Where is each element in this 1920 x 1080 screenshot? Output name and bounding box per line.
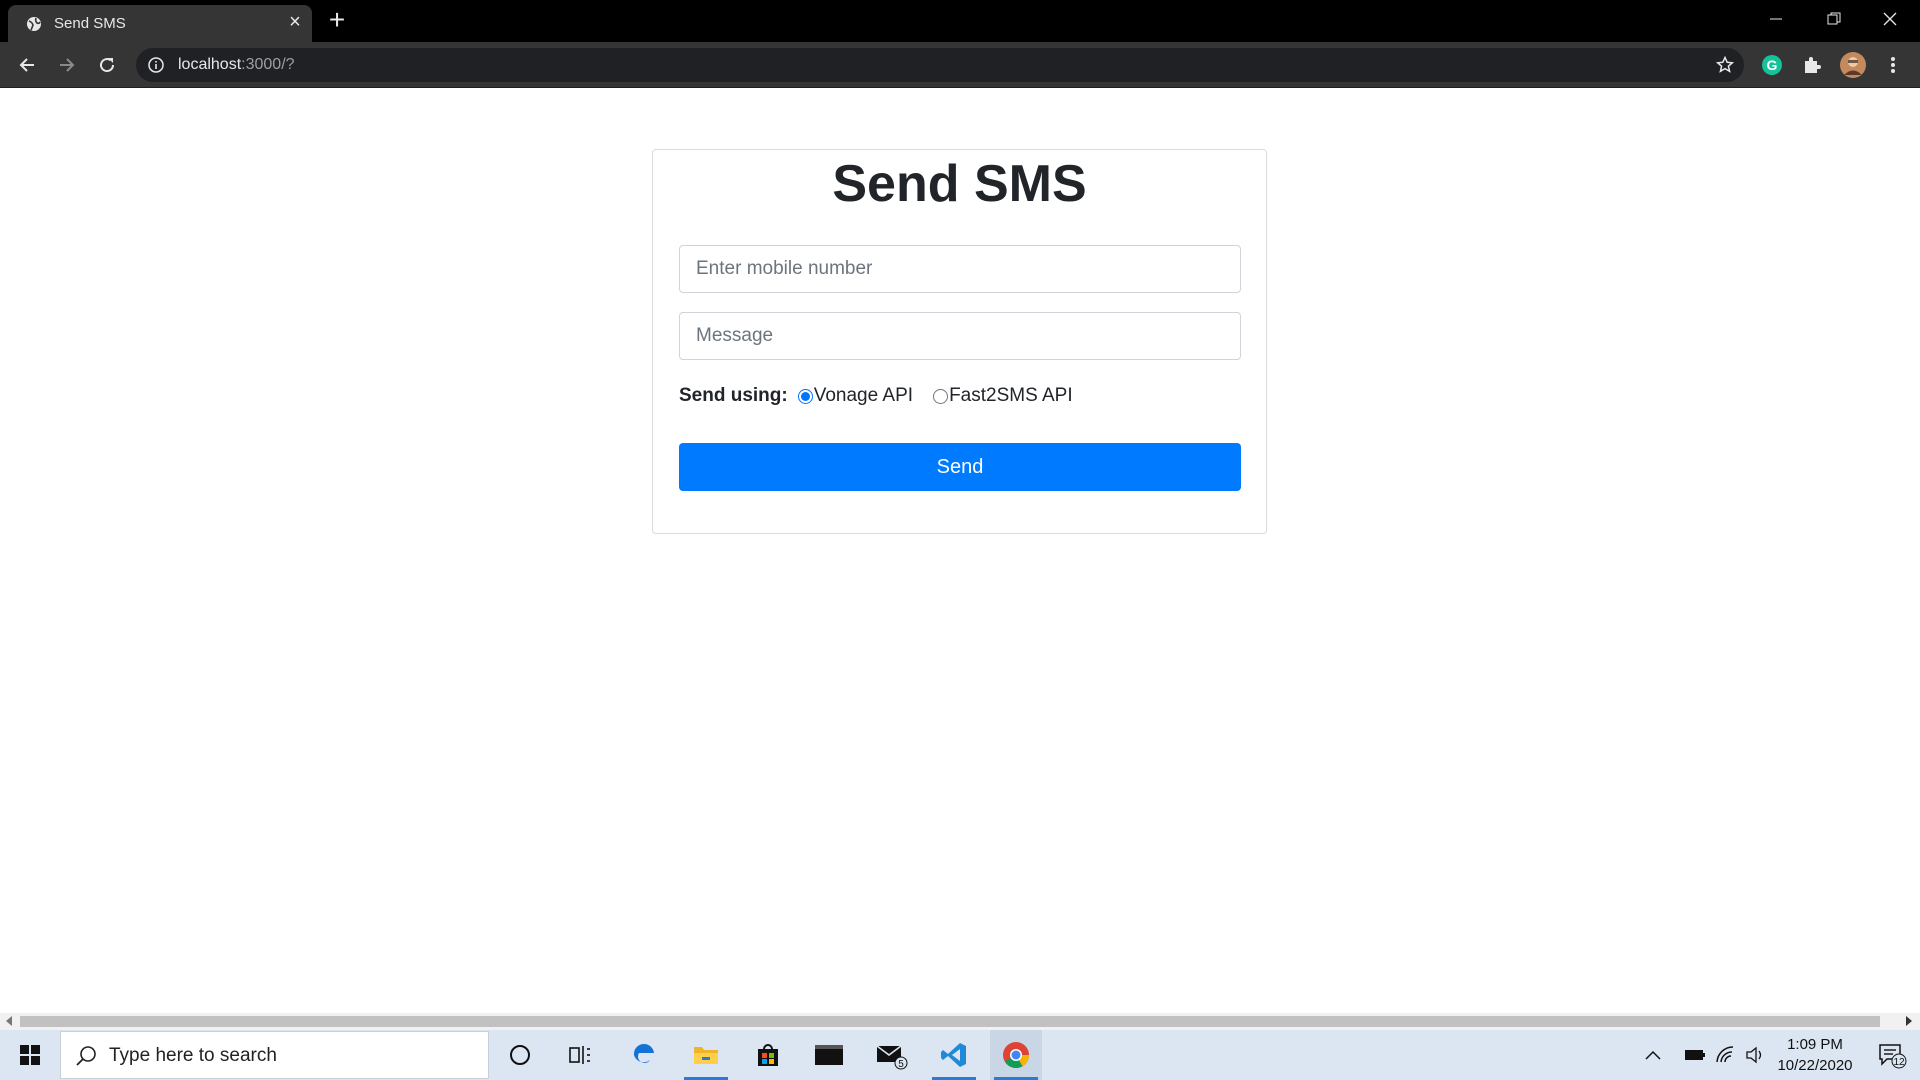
extensions-button[interactable] xyxy=(1799,52,1825,78)
minimize-icon xyxy=(1770,18,1782,20)
new-tab-button[interactable]: + xyxy=(326,6,348,34)
mobile-number-input[interactable] xyxy=(679,245,1241,293)
send-using-group: Send using: Vonage API Fast2SMS API xyxy=(679,382,1093,410)
vonage-radio[interactable] xyxy=(797,388,813,404)
chrome-taskbar-button[interactable] xyxy=(990,1030,1042,1080)
store-taskbar-button[interactable] xyxy=(742,1030,794,1080)
page-viewport: Send SMS Send using: Vonage API Fast2SMS… xyxy=(0,89,1920,1013)
clock-date: 10/22/2020 xyxy=(1777,1057,1853,1074)
puzzle-icon xyxy=(1805,57,1821,73)
grammarly-extension[interactable]: G xyxy=(1759,52,1785,78)
battery-icon xyxy=(1685,1050,1705,1060)
task-view-button[interactable] xyxy=(554,1030,606,1080)
star-icon[interactable] xyxy=(1716,56,1734,74)
action-center-button[interactable]: 12 xyxy=(1866,1030,1918,1080)
url-text: localhost:3000/? xyxy=(178,56,295,74)
page-title: Send SMS xyxy=(832,155,1087,213)
fast2sms-radio[interactable] xyxy=(933,388,949,404)
close-icon xyxy=(1883,12,1897,26)
arrow-left-icon xyxy=(19,58,34,72)
close-tab-icon[interactable]: × xyxy=(286,12,304,32)
send-using-label: Send using: xyxy=(679,385,788,406)
menu-button[interactable] xyxy=(1880,52,1906,78)
notification-icon: 12 xyxy=(1879,1044,1907,1069)
scroll-right-icon[interactable] xyxy=(1906,1016,1912,1026)
edge-icon xyxy=(633,1043,654,1064)
folder-icon xyxy=(694,1047,718,1064)
terminal-taskbar-button[interactable] xyxy=(803,1030,855,1080)
windows-taskbar: Type here to search 5 1:09 PM 10/22/2020 xyxy=(0,1030,1920,1080)
chrome-icon xyxy=(1003,1042,1030,1069)
windows-logo-icon xyxy=(20,1045,40,1065)
volume-tray-button[interactable] xyxy=(1740,1030,1770,1080)
tray-clock[interactable]: 1:09 PM 10/22/2020 xyxy=(1770,1034,1860,1076)
tab-title: Send SMS xyxy=(54,15,126,32)
clock-time: 1:09 PM xyxy=(1787,1036,1843,1053)
chevron-up-icon xyxy=(1645,1050,1661,1060)
reload-button[interactable] xyxy=(91,49,123,81)
send-button[interactable]: Send xyxy=(679,443,1241,491)
reload-icon xyxy=(100,58,115,73)
sms-form-card: Send SMS Send using: Vonage API Fast2SMS… xyxy=(652,149,1267,534)
browser-titlebar: Send SMS × + xyxy=(0,0,1920,42)
url-path: :3000/? xyxy=(241,56,295,73)
globe-icon xyxy=(27,17,41,31)
browser-tab[interactable]: Send SMS × xyxy=(8,5,312,42)
grammarly-icon: G xyxy=(1762,55,1782,75)
edge-taskbar-button[interactable] xyxy=(618,1030,670,1080)
scroll-left-icon[interactable] xyxy=(6,1016,12,1026)
url-host: localhost xyxy=(178,56,242,73)
vscode-icon xyxy=(941,1043,966,1067)
mail-icon: 5 xyxy=(876,1045,908,1070)
search-icon xyxy=(76,1046,96,1066)
speaker-icon xyxy=(1746,1046,1762,1064)
fast2sms-api-option[interactable]: Fast2SMS API xyxy=(933,385,1073,407)
show-hidden-icons-button[interactable] xyxy=(1638,1030,1668,1080)
info-icon[interactable] xyxy=(148,57,164,73)
back-button[interactable] xyxy=(11,49,43,81)
profile-avatar[interactable] xyxy=(1840,52,1866,78)
wifi-icon xyxy=(1716,1046,1734,1063)
network-tray-button[interactable] xyxy=(1710,1030,1740,1080)
store-bag-icon xyxy=(758,1044,778,1066)
task-view-icon xyxy=(569,1046,590,1064)
fast2sms-label: Fast2SMS API xyxy=(949,385,1073,406)
vscode-taskbar-button[interactable] xyxy=(928,1030,980,1080)
browser-toolbar: localhost:3000/? G xyxy=(0,42,1920,88)
search-placeholder: Type here to search xyxy=(109,1045,277,1066)
vonage-label: Vonage API xyxy=(813,385,914,406)
terminal-icon xyxy=(815,1045,843,1065)
arrow-right-icon xyxy=(60,58,75,72)
battery-tray-button[interactable] xyxy=(1680,1030,1710,1080)
svg-text:G: G xyxy=(1767,57,1778,73)
notification-count: 12 xyxy=(1893,1057,1905,1068)
scrollbar-thumb[interactable] xyxy=(20,1016,1880,1027)
avatar-icon xyxy=(1840,52,1866,78)
kebab-menu-icon xyxy=(1891,57,1895,73)
start-button[interactable] xyxy=(4,1030,56,1080)
address-bar[interactable]: localhost:3000/? xyxy=(136,48,1744,82)
vonage-api-option[interactable]: Vonage API xyxy=(797,385,914,407)
mail-badge: 5 xyxy=(898,1059,904,1070)
restore-button[interactable] xyxy=(1806,0,1862,38)
forward-button[interactable] xyxy=(51,49,83,81)
cortana-icon xyxy=(510,1045,530,1065)
mail-taskbar-button[interactable]: 5 xyxy=(866,1030,918,1080)
message-input[interactable] xyxy=(679,312,1241,360)
minimize-button[interactable] xyxy=(1748,0,1804,38)
restore-icon xyxy=(1827,12,1841,25)
horizontal-scrollbar[interactable] xyxy=(0,1013,1920,1030)
taskbar-search[interactable]: Type here to search xyxy=(60,1031,489,1079)
cortana-button[interactable] xyxy=(494,1030,546,1080)
file-explorer-taskbar-button[interactable] xyxy=(680,1030,732,1080)
close-window-button[interactable] xyxy=(1862,0,1918,38)
